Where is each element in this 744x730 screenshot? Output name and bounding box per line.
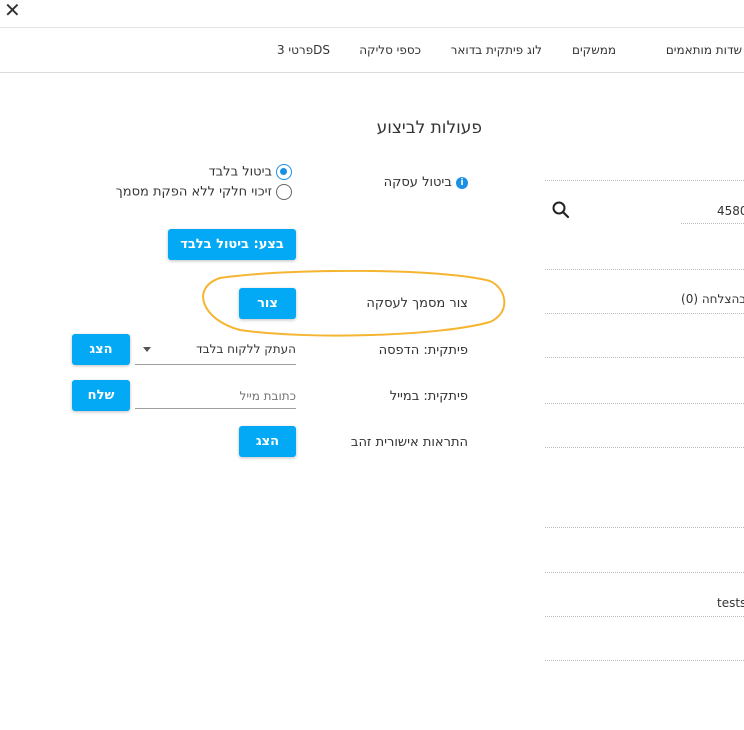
radio-cancel-only[interactable]: ביטול בלבד — [209, 164, 292, 180]
field-divider — [545, 447, 744, 448]
field-divider — [545, 269, 744, 270]
field-divider — [545, 660, 744, 661]
section-title: פעולות לביצוע — [376, 118, 482, 138]
field-divider — [545, 572, 744, 573]
close-icon[interactable]: ✕ — [4, 0, 21, 22]
field-divider — [545, 527, 744, 528]
tab-custom-fields[interactable]: שדות מותאמים — [666, 43, 742, 57]
tab-bar: שדות מותאמים ממשקים לוג פיתקית בדואר כספ… — [0, 28, 744, 73]
email-receipt-label: פיתקית: במייל — [389, 389, 468, 404]
email-input[interactable] — [135, 384, 296, 409]
tab-clearing-funds[interactable]: כספי סליקה — [359, 43, 421, 57]
field-divider — [545, 403, 744, 404]
tab-interfaces[interactable]: ממשקים — [572, 43, 616, 57]
info-icon[interactable]: i — [456, 177, 468, 189]
execute-cancel-button[interactable]: בצע: ביטול בלבד — [168, 229, 296, 260]
tab-3ds-details[interactable]: פרטי 3DS — [277, 43, 330, 57]
print-receipt-label: פיתקית: הדפסה — [378, 343, 468, 358]
field-divider — [545, 616, 744, 617]
side-field-value: tests — [717, 596, 744, 610]
create-document-button[interactable]: צור — [239, 288, 296, 319]
search-icon[interactable] — [551, 200, 571, 220]
radio-unselected-icon[interactable] — [276, 184, 292, 200]
transaction-number-field[interactable]: 4580 — [681, 203, 744, 224]
field-divider — [545, 180, 744, 181]
receipt-type-select[interactable]: העתק ללקוח בלבד — [135, 338, 296, 365]
chevron-down-icon — [143, 347, 151, 352]
cancel-transaction-text: ביטול עסקה — [383, 175, 452, 190]
field-value: 4580 — [717, 204, 744, 218]
create-document-label: צור מסמך לעסקה — [366, 296, 468, 311]
field-divider — [545, 313, 744, 314]
radio-selected-icon[interactable] — [276, 164, 292, 180]
send-email-button[interactable]: שלח — [72, 380, 130, 411]
field-divider — [545, 357, 744, 358]
radio-label: זיכוי חלקי ללא הפקת מסמך — [115, 184, 272, 200]
radio-partial-credit[interactable]: זיכוי חלקי ללא הפקת מסמך — [116, 184, 292, 200]
radio-label: ביטול בלבד — [208, 164, 272, 180]
show-gold-alerts-button[interactable]: הצג — [239, 426, 296, 457]
status-text: בהצלחה (0) — [681, 292, 744, 306]
cancel-transaction-label: i ביטול עסקה — [384, 175, 468, 190]
show-print-button[interactable]: הצג — [72, 334, 130, 365]
tab-mail-receipt-log[interactable]: לוג פיתקית בדואר — [451, 43, 542, 57]
select-value: העתק ללקוח בלבד — [196, 342, 296, 356]
gold-alerts-label: התראות אישורית זהב — [350, 435, 468, 450]
